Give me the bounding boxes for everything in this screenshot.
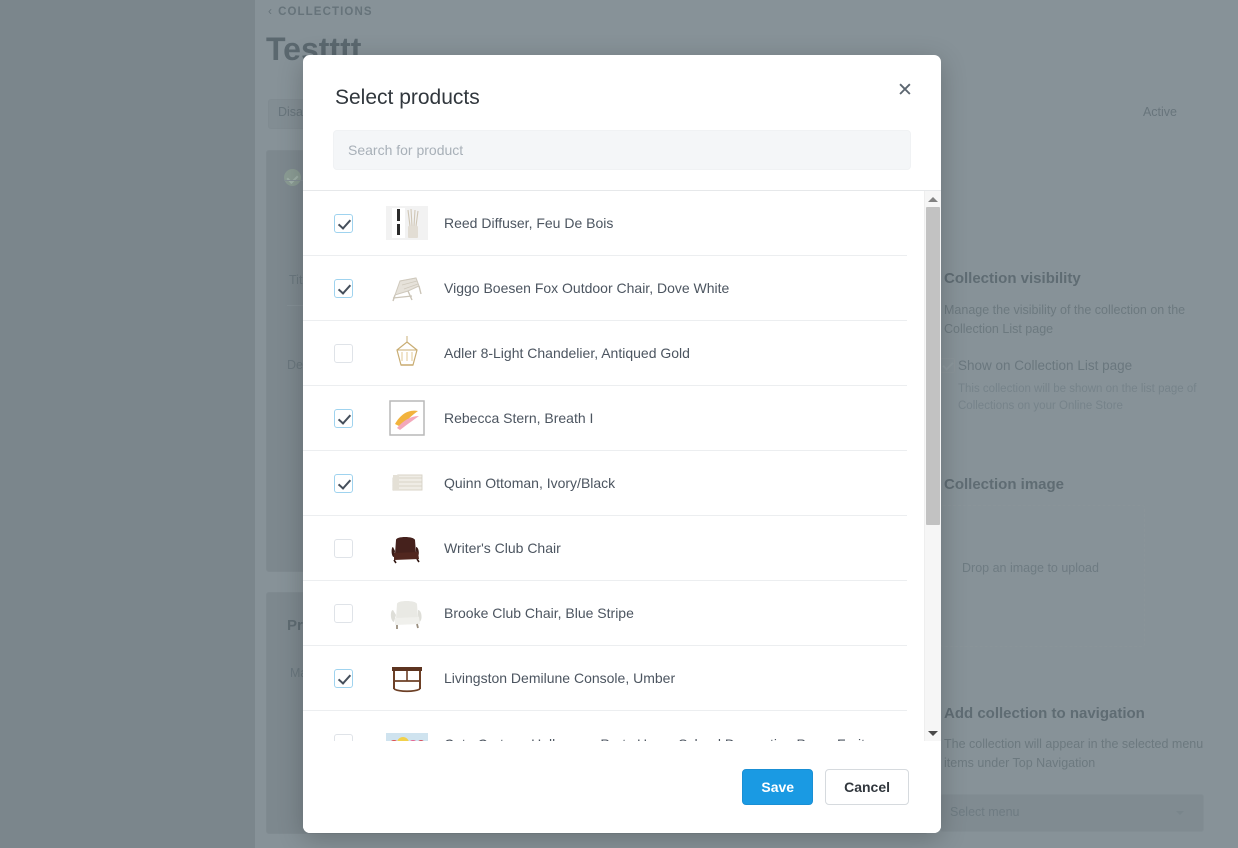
product-checkbox[interactable] — [334, 473, 353, 493]
product-name: Rebecca Stern, Breath I — [444, 410, 594, 426]
image-dropzone-label: Drop an image to upload — [962, 561, 1099, 575]
halloween-props-thumbnail — [386, 722, 428, 741]
menu-select-value: Select menu — [950, 805, 1020, 819]
product-name: Viggo Boesen Fox Outdoor Chair, Dove Whi… — [444, 280, 730, 296]
ottoman-thumbnail — [386, 462, 428, 504]
leather-chair-thumbnail — [386, 527, 428, 569]
show-on-list-sub: This collection will be shown on the lis… — [958, 383, 1197, 412]
screen: ‹ COLLECTIONS Testttt Disable Active Titl… — [0, 0, 1238, 848]
breadcrumb-label: COLLECTIONS — [278, 6, 373, 18]
modal-title: Select products — [335, 86, 480, 109]
breadcrumb[interactable]: ‹ COLLECTIONS — [268, 4, 373, 18]
club-chair-thumbnail — [386, 592, 428, 634]
product-row[interactable]: Livingston Demilune Console, Umber — [303, 646, 907, 711]
product-checkbox[interactable] — [334, 278, 353, 298]
add-to-navigation-heading: Add collection to navigation — [944, 705, 1145, 722]
product-name: Brooke Club Chair, Blue Stripe — [444, 605, 634, 621]
product-list: Reed Diffuser, Feu De Bois Viggo Boesen F… — [303, 191, 925, 741]
product-checkbox[interactable] — [334, 408, 353, 428]
show-on-list-checkbox[interactable] — [940, 358, 955, 373]
product-name: Adler 8-Light Chandelier, Antiqued Gold — [444, 345, 690, 361]
console-table-thumbnail — [386, 657, 428, 699]
search-container — [303, 111, 941, 190]
product-name: Quinn Ottoman, Ivory/Black — [444, 475, 616, 491]
scrollbar-thumb[interactable] — [926, 207, 940, 525]
product-checkbox[interactable] — [334, 734, 353, 741]
reed-diffuser-thumbnail — [386, 202, 428, 244]
product-name: Writer's Club Chair — [444, 540, 561, 556]
product-checkbox[interactable] — [334, 668, 353, 688]
close-icon[interactable]: ✕ — [891, 77, 919, 105]
chevron-down-icon — [1176, 811, 1184, 815]
chandelier-thumbnail — [386, 332, 428, 374]
collection-visibility-heading: Collection visibility — [944, 270, 1081, 287]
status-badge: Active — [1142, 105, 1177, 119]
modal-header: Select products ✕ — [303, 55, 941, 111]
save-button[interactable]: Save — [742, 769, 814, 805]
product-name: Cute Cartoon Halloween Party Home School… — [444, 736, 865, 742]
product-row[interactable]: Rebecca Stern, Breath I — [303, 386, 907, 451]
product-checkbox[interactable] — [334, 213, 353, 233]
product-row[interactable]: Writer's Club Chair — [303, 516, 907, 581]
outdoor-chair-thumbnail — [386, 267, 428, 309]
product-row[interactable]: Cute Cartoon Halloween Party Home School… — [303, 711, 907, 741]
product-name: Reed Diffuser, Feu De Bois — [444, 215, 614, 231]
chevron-up-icon[interactable] — [925, 191, 941, 207]
chevron-down-icon[interactable] — [925, 725, 941, 741]
product-row[interactable]: Quinn Ottoman, Ivory/Black — [303, 451, 907, 516]
product-row[interactable]: Brooke Club Chair, Blue Stripe — [303, 581, 907, 646]
search-input[interactable] — [333, 130, 911, 170]
product-list-scrollbar[interactable] — [924, 191, 941, 741]
collection-image-heading: Collection image — [944, 476, 1065, 493]
product-checkbox[interactable] — [334, 343, 353, 363]
product-list-region: Reed Diffuser, Feu De Bois Viggo Boesen F… — [303, 191, 941, 741]
cancel-button[interactable]: Cancel — [825, 769, 909, 805]
product-row[interactable]: Reed Diffuser, Feu De Bois — [303, 191, 907, 256]
image-dropzone[interactable] — [940, 505, 1145, 647]
show-on-list-label: Show on Collection List page — [958, 358, 1133, 373]
add-to-navigation-desc: The collection will appear in the select… — [944, 737, 1204, 770]
modal-footer: Save Cancel — [303, 741, 941, 833]
product-checkbox[interactable] — [334, 603, 353, 623]
product-name: Livingston Demilune Console, Umber — [444, 670, 676, 686]
product-row[interactable]: Viggo Boesen Fox Outdoor Chair, Dove Whi… — [303, 256, 907, 321]
product-checkbox[interactable] — [334, 538, 353, 558]
collection-visibility-desc: Manage the visibility of the collection … — [944, 303, 1186, 336]
select-products-modal: Select products ✕ Reed Diffuser, Feu De … — [303, 55, 941, 833]
chevron-left-icon: ‹ — [268, 4, 274, 18]
artwork-thumbnail — [386, 397, 428, 439]
product-row[interactable]: Adler 8-Light Chandelier, Antiqued Gold — [303, 321, 907, 386]
success-check-icon — [284, 169, 301, 186]
